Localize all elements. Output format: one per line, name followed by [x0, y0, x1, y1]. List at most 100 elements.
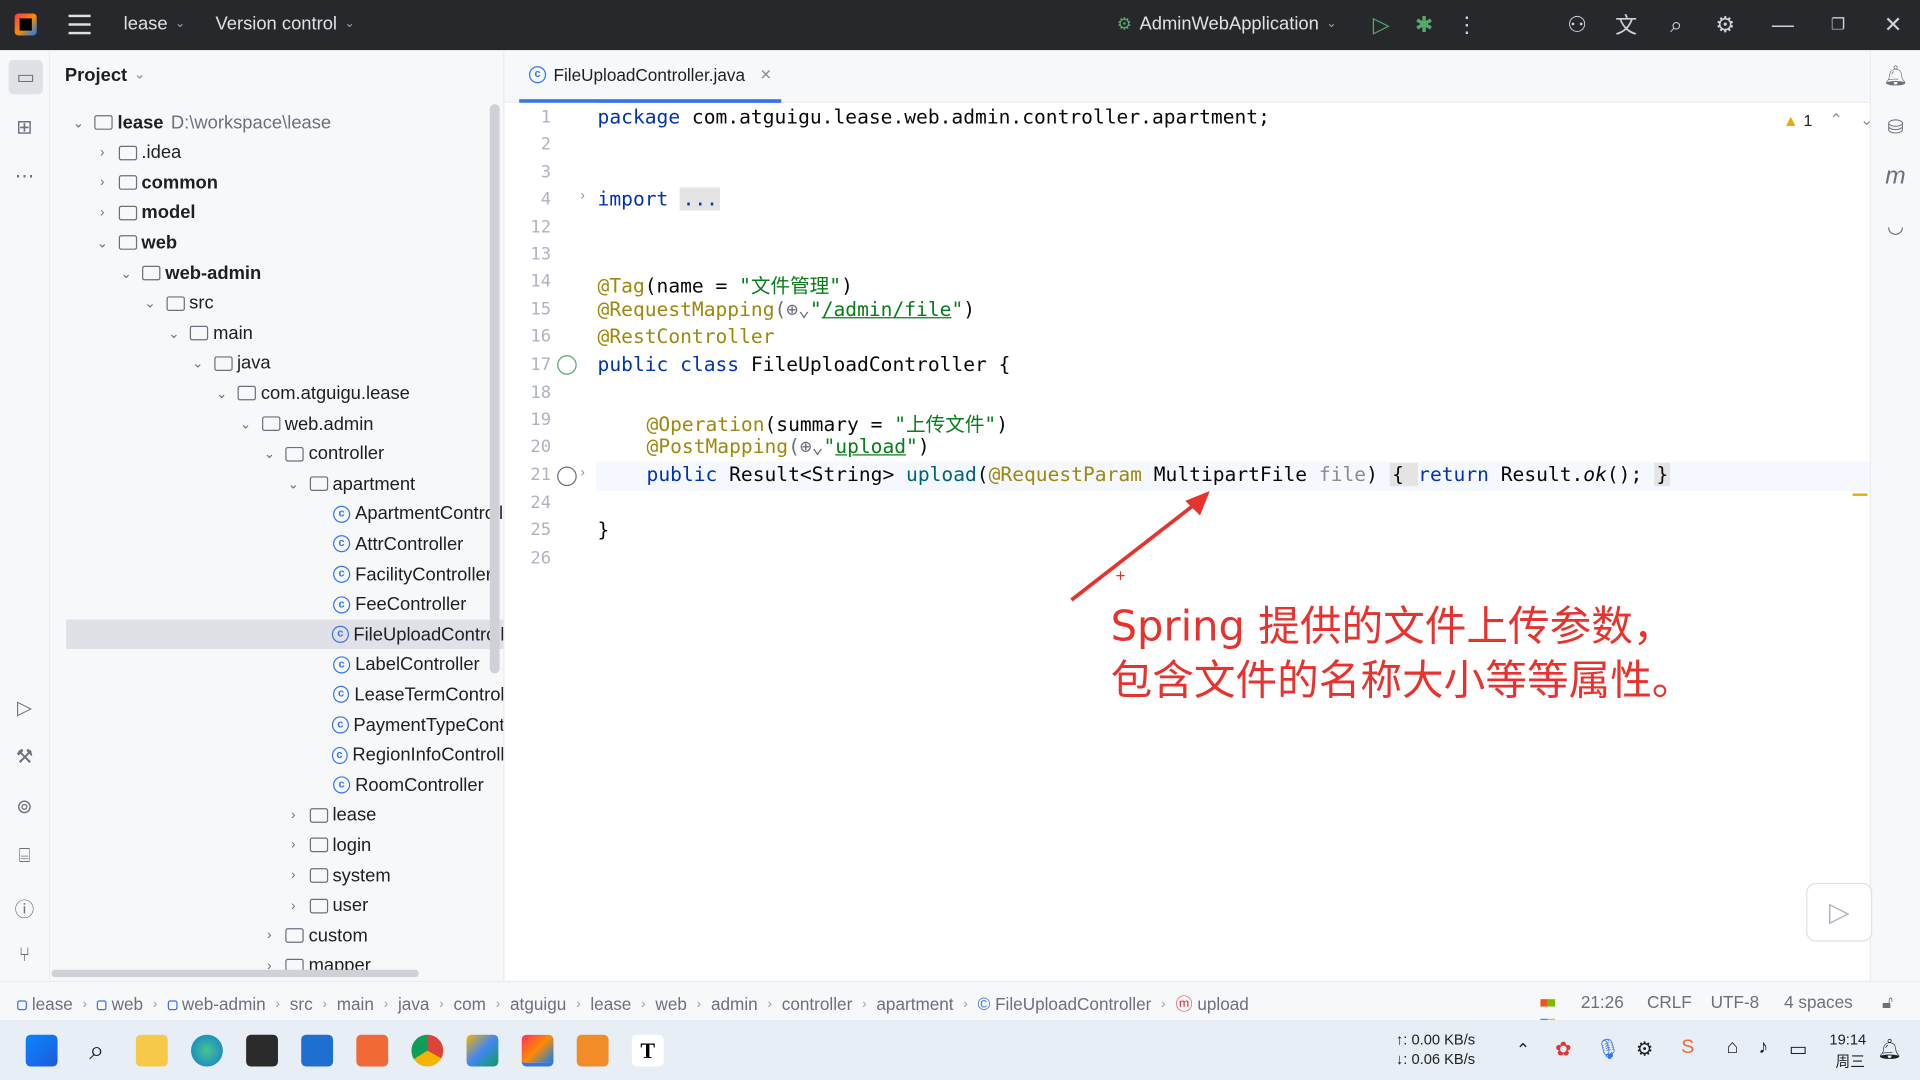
folded-imports[interactable]: ...: [680, 187, 721, 211]
breadcrumb-item[interactable]: lease: [590, 994, 631, 1014]
tree-item-module[interactable]: › model: [50, 198, 503, 227]
chevron-right-icon[interactable]: ›: [285, 898, 302, 913]
fold-chevron-icon[interactable]: ›: [580, 189, 584, 204]
problems-icon[interactable]: ⓘ: [11, 894, 38, 921]
tree-item-package[interactable]: ⌄ controller: [50, 439, 503, 468]
run-config-selector[interactable]: ⚙ AdminWebApplication ⌄: [1117, 13, 1337, 34]
run-tool-icon[interactable]: ▷: [11, 694, 38, 721]
tree-item-package[interactable]: ⌄ web.admin: [50, 409, 503, 438]
project-vertical-scrollbar[interactable]: [489, 104, 500, 674]
ai-assistant-icon[interactable]: ◡: [1882, 213, 1909, 240]
code-line-1[interactable]: package com.atguigu.lease.web.admin.cont…: [598, 105, 1270, 128]
chevron-down-icon[interactable]: ⌄: [189, 355, 206, 372]
main-menu-icon[interactable]: [68, 14, 91, 35]
line-separator[interactable]: CRLF: [1647, 992, 1692, 1012]
translate-icon[interactable]: 文: [1613, 11, 1640, 37]
code-line-17[interactable]: public class FileUploadController {: [598, 353, 1011, 376]
search-icon[interactable]: ⌕: [1663, 11, 1690, 38]
chevron-right-icon[interactable]: ›: [285, 808, 302, 823]
breadcrumb-item[interactable]: src: [290, 994, 313, 1014]
file-encoding[interactable]: UTF-8: [1711, 992, 1760, 1012]
indent-setting[interactable]: 4 spaces: [1784, 992, 1853, 1012]
project-folder-icon[interactable]: ▭: [8, 60, 43, 95]
tree-item-module[interactable]: › common: [50, 168, 503, 197]
debug-icon[interactable]: ✱: [1411, 11, 1438, 38]
chevron-down-icon[interactable]: ⌄: [213, 386, 230, 402]
chevron-right-icon[interactable]: ›: [94, 145, 111, 160]
minimize-icon[interactable]: —: [1769, 11, 1796, 38]
project-horizontal-scrollbar[interactable]: [51, 969, 419, 978]
code-line-16[interactable]: @RestController: [598, 324, 775, 347]
maven-icon[interactable]: m: [1882, 162, 1909, 190]
code-line-15[interactable]: @RequestMapping(⊕⌄"/admin/file"): [598, 298, 976, 321]
tree-item-package[interactable]: › login: [50, 831, 503, 860]
tree-item-package[interactable]: › custom: [50, 921, 503, 950]
sublime-icon[interactable]: [576, 1034, 609, 1067]
lock-icon[interactable]: 🔓︎: [1882, 992, 1893, 1013]
edge-browser-icon[interactable]: [191, 1034, 223, 1067]
tree-item-class[interactable]: c FileUploadControll: [66, 619, 504, 650]
project-selector[interactable]: lease ⌄: [124, 13, 186, 34]
chevron-down-icon[interactable]: ⌄: [94, 235, 111, 251]
services-icon[interactable]: ⊚: [11, 793, 38, 820]
chevron-down-icon[interactable]: ⌄: [141, 295, 158, 311]
chevron-right-icon[interactable]: ›: [285, 838, 302, 853]
tree-item-class[interactable]: c FacilityController: [50, 560, 503, 589]
tree-item-class[interactable]: c PaymentTypeCont: [50, 710, 503, 739]
tree-item-class[interactable]: c LeaseTermControl: [50, 680, 503, 709]
tree-item-folder[interactable]: ⌄ java: [50, 349, 503, 378]
notification-center-icon[interactable]: 🔔︎: [1877, 1037, 1902, 1061]
notifications-bell-icon[interactable]: 🔔︎: [1882, 62, 1909, 89]
breadcrumb-item[interactable]: controller: [782, 994, 853, 1014]
microphone-icon[interactable]: 🎙︎: [1596, 1037, 1621, 1061]
breadcrumb-item[interactable]: web-admin: [167, 994, 266, 1014]
breadcrumb-item[interactable]: admin: [711, 994, 758, 1014]
build-hammer-icon[interactable]: ⚒: [11, 743, 38, 770]
volume-icon[interactable]: ♪: [1758, 1037, 1768, 1059]
tree-item-folder[interactable]: › .idea: [50, 138, 503, 167]
breadcrumb-item[interactable]: web: [655, 994, 686, 1014]
tray-s-icon[interactable]: S: [1681, 1037, 1694, 1059]
tray-expand-icon[interactable]: ⌃: [1516, 1040, 1530, 1061]
code-line-25[interactable]: }: [598, 518, 610, 541]
tray-app-icon[interactable]: ✿: [1555, 1037, 1571, 1061]
code-line-19[interactable]: @Operation(summary = "上传文件"): [647, 408, 1008, 437]
tree-item-module[interactable]: ⌄ web: [50, 228, 503, 257]
warning-stripe[interactable]: [1852, 493, 1868, 496]
database-icon[interactable]: ⛁: [1882, 114, 1909, 141]
tree-item-class[interactable]: c RegionInfoControll: [50, 740, 503, 769]
tree-item-package[interactable]: ⌄ apartment: [50, 469, 503, 498]
tree-item-class[interactable]: c RoomController: [50, 770, 503, 799]
tree-item-module[interactable]: ⌄ lease D:\workspace\lease: [50, 108, 503, 137]
chrome-icon[interactable]: [411, 1034, 444, 1067]
tree-item-class[interactable]: c LabelController: [50, 650, 503, 679]
code-line-14[interactable]: @Tag(name = "文件管理"): [598, 269, 853, 298]
chevron-down-icon[interactable]: ⌄: [118, 265, 135, 281]
tree-item-package[interactable]: › user: [50, 891, 503, 920]
project-panel-title[interactable]: Project ⌄: [65, 65, 145, 86]
terminal-app-icon[interactable]: [246, 1034, 278, 1067]
chevron-down-icon[interactable]: ⌄: [261, 446, 278, 462]
tree-item-class[interactable]: c FeeController: [50, 590, 503, 619]
chevron-down-icon[interactable]: ⌄: [165, 325, 182, 342]
tab-fileuploadcontroller[interactable]: c FileUploadController.java ✕: [519, 50, 782, 103]
chevron-right-icon[interactable]: ›: [261, 928, 278, 943]
breadcrumb-item[interactable]: java: [398, 994, 429, 1014]
breadcrumb-item[interactable]: com: [454, 994, 486, 1014]
prev-highlight-icon[interactable]: ⌃: [1830, 110, 1843, 130]
battery-icon[interactable]: ▭: [1789, 1037, 1808, 1061]
breadcrumb-item[interactable]: web: [96, 994, 143, 1014]
clock-time[interactable]: 19:14: [1829, 1031, 1866, 1048]
add-user-icon[interactable]: ⚇: [1564, 11, 1591, 38]
vcs-menu[interactable]: Version control ⌄: [216, 13, 355, 34]
fold-chevron-icon[interactable]: ›: [580, 465, 584, 480]
code-line-21[interactable]: public Result<String> upload(@RequestPar…: [647, 462, 1671, 487]
clock-day[interactable]: 周三: [1836, 1051, 1865, 1072]
git-branch-icon[interactable]: ⑂: [11, 943, 38, 970]
cursor-position[interactable]: 21:26: [1581, 992, 1624, 1012]
floating-play-icon[interactable]: ▷: [1806, 882, 1873, 942]
file-explorer-icon[interactable]: [135, 1034, 168, 1067]
code-line-20[interactable]: @PostMapping(⊕⌄"upload"): [647, 435, 930, 458]
more-actions-icon[interactable]: ⋮: [1453, 11, 1480, 38]
intellij-taskbar-icon[interactable]: [521, 1034, 554, 1067]
